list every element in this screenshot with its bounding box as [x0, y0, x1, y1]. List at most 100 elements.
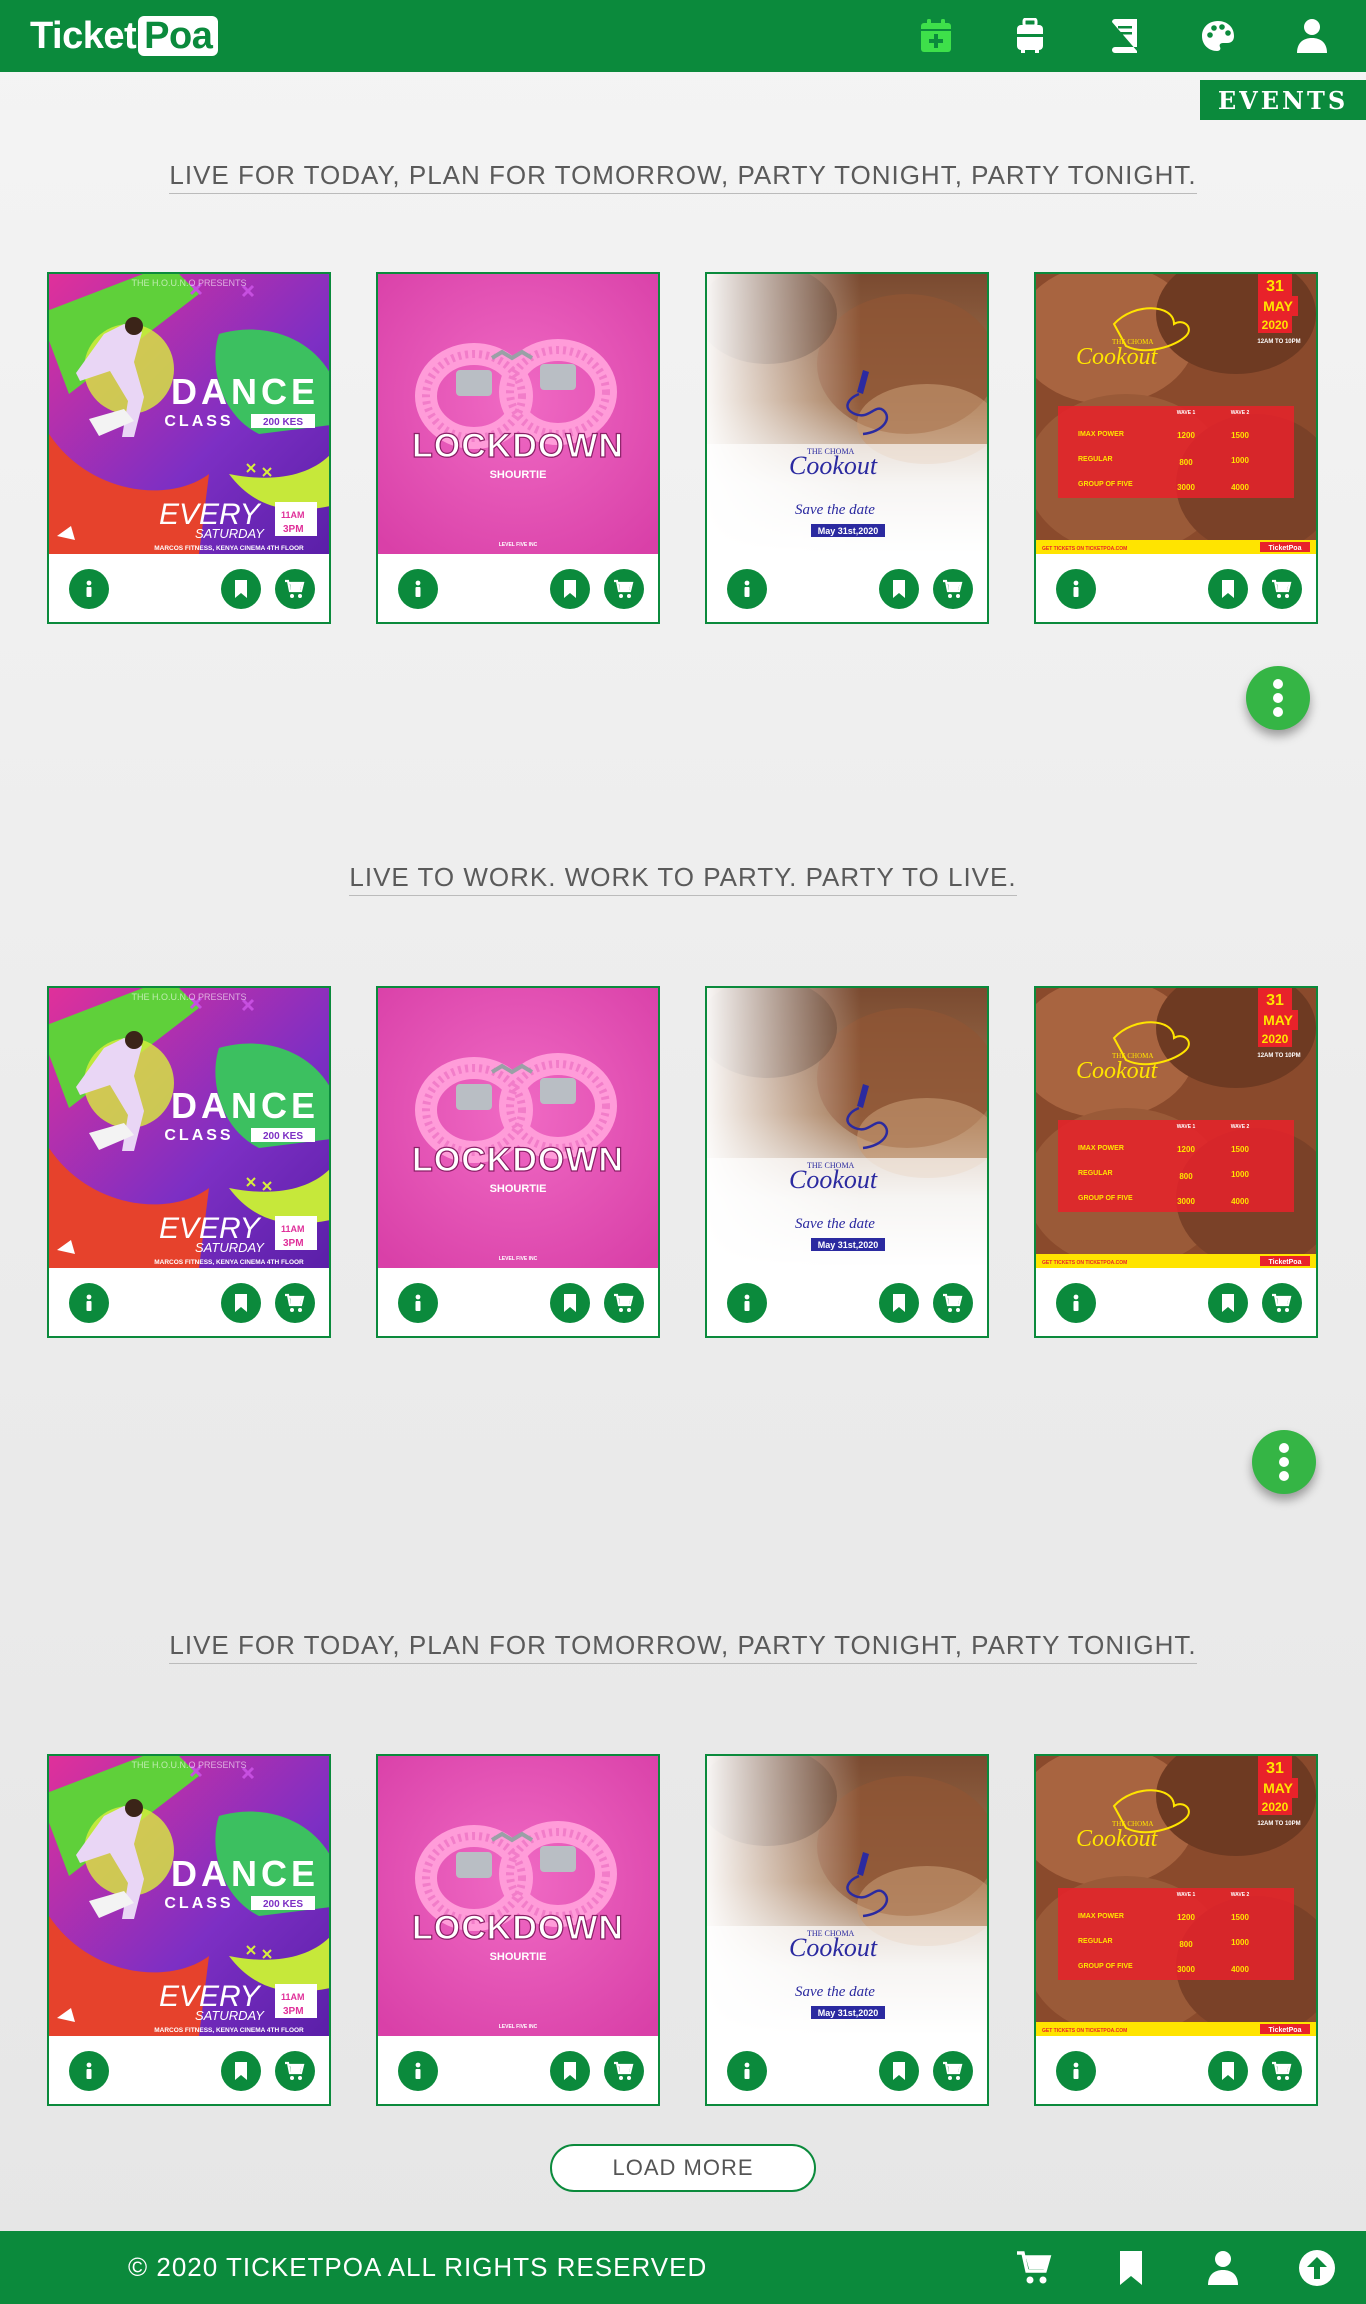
- load-more-button[interactable]: LOAD MORE: [550, 2144, 816, 2192]
- lockdown-title: LOCKDOWN: [412, 1141, 624, 1179]
- event-poster-choma[interactable]: THE CHOMA Cookout Save the date May 31st…: [707, 274, 987, 554]
- footer: © 2020 TICKETPOA ALL RIGHTS RESERVED: [0, 2231, 1366, 2304]
- bookmark-icon[interactable]: [1208, 2051, 1248, 2091]
- user-icon[interactable]: [1294, 18, 1330, 54]
- event-poster-choma[interactable]: THE CHOMA Cookout Save the date May 31st…: [707, 1756, 987, 2036]
- event-card-dance[interactable]: THE H.O.U.N.O PRESENTS DANCE CLASS 200 K…: [47, 986, 331, 1338]
- bookmark-icon[interactable]: [221, 1283, 261, 1323]
- info-icon[interactable]: [69, 569, 109, 609]
- cookout-row-b: 1500: [1231, 1145, 1249, 1154]
- info-icon[interactable]: [727, 569, 767, 609]
- bookmark-icon[interactable]: [879, 569, 919, 609]
- bookmark-icon[interactable]: [879, 2051, 919, 2091]
- cart-icon[interactable]: [275, 2051, 315, 2091]
- event-poster-lockdown[interactable]: LOCKDOWN SHOURTIE LEVEL FIVE INC: [378, 1756, 658, 2036]
- dance-presents: THE H.O.U.N.O PRESENTS: [131, 278, 246, 288]
- bookmark-icon[interactable]: [1208, 1283, 1248, 1323]
- luggage-icon[interactable]: [1012, 18, 1048, 54]
- book-icon[interactable]: [1106, 18, 1142, 54]
- cart-icon[interactable]: [933, 2051, 973, 2091]
- choma-date: May 31st,2020: [818, 2008, 879, 2018]
- event-card-lockdown[interactable]: LOCKDOWN SHOURTIE LEVEL FIVE INC: [376, 986, 660, 1338]
- bookmark-icon[interactable]: [550, 2051, 590, 2091]
- cart-icon[interactable]: [933, 1283, 973, 1323]
- cart-icon[interactable]: [1262, 569, 1302, 609]
- bookmark-icon[interactable]: [550, 1283, 590, 1323]
- event-card-choma[interactable]: THE CHOMA Cookout Save the date May 31st…: [705, 1754, 989, 2106]
- info-icon[interactable]: [398, 1283, 438, 1323]
- dance-title: DANCE: [171, 371, 319, 412]
- lockdown-title: LOCKDOWN: [412, 1909, 624, 1947]
- cart-icon[interactable]: [275, 1283, 315, 1323]
- cookout-day: 31: [1266, 992, 1284, 1009]
- event-card-choma[interactable]: THE CHOMA Cookout Save the date May 31st…: [705, 986, 989, 1338]
- add-event-icon[interactable]: [918, 18, 954, 54]
- cart-icon[interactable]: [1262, 2051, 1302, 2091]
- event-card-lockdown[interactable]: LOCKDOWN SHOURTIE LEVEL FIVE INC: [376, 272, 660, 624]
- bookmark-icon[interactable]: [1112, 2249, 1150, 2287]
- info-icon[interactable]: [1056, 1283, 1096, 1323]
- choma-name: Cookout: [789, 1933, 878, 1962]
- event-poster-dance[interactable]: THE H.O.U.N.O PRESENTS DANCE CLASS 200 K…: [49, 1756, 329, 2036]
- arrow-up-icon[interactable]: [1298, 2249, 1336, 2287]
- cart-icon[interactable]: [604, 1283, 644, 1323]
- dance-presents: THE H.O.U.N.O PRESENTS: [131, 992, 246, 1002]
- bookmark-icon[interactable]: [879, 1283, 919, 1323]
- cart-icon[interactable]: [275, 569, 315, 609]
- cookout-col1: WAVE 1: [1177, 1124, 1196, 1130]
- card-action-bar: [49, 1268, 329, 1336]
- cart-icon[interactable]: [1262, 1283, 1302, 1323]
- info-icon[interactable]: [69, 1283, 109, 1323]
- palette-icon[interactable]: [1200, 18, 1236, 54]
- events-tab[interactable]: EVENTS: [1200, 80, 1366, 120]
- cookout-row-a: 3000: [1177, 483, 1195, 492]
- cookout-month: MAY: [1263, 298, 1293, 314]
- event-poster-lockdown[interactable]: LOCKDOWN SHOURTIE LEVEL FIVE INC: [378, 274, 658, 554]
- user-icon[interactable]: [1204, 2249, 1242, 2287]
- bookmark-icon[interactable]: [550, 569, 590, 609]
- choma-tag: Save the date: [795, 1984, 875, 2000]
- card-action-bar: [1036, 1268, 1316, 1336]
- event-poster-dance[interactable]: THE H.O.U.N.O PRESENTS DANCE CLASS 200 K…: [49, 988, 329, 1268]
- cart-icon[interactable]: [933, 569, 973, 609]
- event-poster-lockdown[interactable]: LOCKDOWN SHOURTIE LEVEL FIVE INC: [378, 988, 658, 1268]
- event-card-cookout[interactable]: 31 MAY 2020 12AM TO 10PM THE CHOMA Cooko…: [1034, 986, 1318, 1338]
- cart-icon[interactable]: [604, 2051, 644, 2091]
- card-action-bar: [707, 1268, 987, 1336]
- event-poster-cookout[interactable]: 31 MAY 2020 12AM TO 10PM THE CHOMA Cooko…: [1036, 988, 1316, 1268]
- cart-icon[interactable]: [1016, 2249, 1054, 2287]
- cart-icon[interactable]: [604, 569, 644, 609]
- cookout-row-a: 800: [1179, 1172, 1193, 1181]
- lockdown-label: LEVEL FIVE INC: [499, 542, 538, 548]
- section-heading: LIVE FOR TODAY, PLAN FOR TOMORROW, PARTY…: [0, 160, 1366, 194]
- event-card-lockdown[interactable]: LOCKDOWN SHOURTIE LEVEL FIVE INC: [376, 1754, 660, 2106]
- ticketpoa-logo[interactable]: Ticket Poa: [30, 14, 219, 58]
- cookout-time: 12AM TO 10PM: [1257, 1821, 1300, 1827]
- info-icon[interactable]: [398, 2051, 438, 2091]
- bookmark-icon[interactable]: [1208, 569, 1248, 609]
- event-card-choma[interactable]: THE CHOMA Cookout Save the date May 31st…: [705, 272, 989, 624]
- info-icon[interactable]: [398, 569, 438, 609]
- cookout-footer-left: GET TICKETS ON TICKETPOA.COM: [1042, 1260, 1127, 1266]
- event-poster-dance[interactable]: THE H.O.U.N.O PRESENTS DANCE CLASS 200 K…: [49, 274, 329, 554]
- event-card-cookout[interactable]: 31 MAY 2020 12AM TO 10PM THE CHOMA Cooko…: [1034, 272, 1318, 624]
- bookmark-icon[interactable]: [221, 569, 261, 609]
- bookmark-icon[interactable]: [221, 2051, 261, 2091]
- info-icon[interactable]: [1056, 569, 1096, 609]
- cookout-row-a: 1200: [1177, 1913, 1195, 1922]
- more-options-button[interactable]: [1252, 1430, 1316, 1494]
- info-icon[interactable]: [727, 1283, 767, 1323]
- cookout-col2: WAVE 2: [1231, 1124, 1250, 1130]
- info-icon[interactable]: [1056, 2051, 1096, 2091]
- event-card-dance[interactable]: THE H.O.U.N.O PRESENTS DANCE CLASS 200 K…: [47, 272, 331, 624]
- more-options-button[interactable]: [1246, 666, 1310, 730]
- event-poster-cookout[interactable]: 31 MAY 2020 12AM TO 10PM THE CHOMA Cooko…: [1036, 274, 1316, 554]
- event-card-dance[interactable]: THE H.O.U.N.O PRESENTS DANCE CLASS 200 K…: [47, 1754, 331, 2106]
- info-icon[interactable]: [69, 2051, 109, 2091]
- event-poster-choma[interactable]: THE CHOMA Cookout Save the date May 31st…: [707, 988, 987, 1268]
- info-icon[interactable]: [727, 2051, 767, 2091]
- dance-time-from: 11AM: [281, 510, 305, 520]
- card-action-bar: [707, 2036, 987, 2104]
- event-poster-cookout[interactable]: 31 MAY 2020 12AM TO 10PM THE CHOMA Cooko…: [1036, 1756, 1316, 2036]
- event-card-cookout[interactable]: 31 MAY 2020 12AM TO 10PM THE CHOMA Cooko…: [1034, 1754, 1318, 2106]
